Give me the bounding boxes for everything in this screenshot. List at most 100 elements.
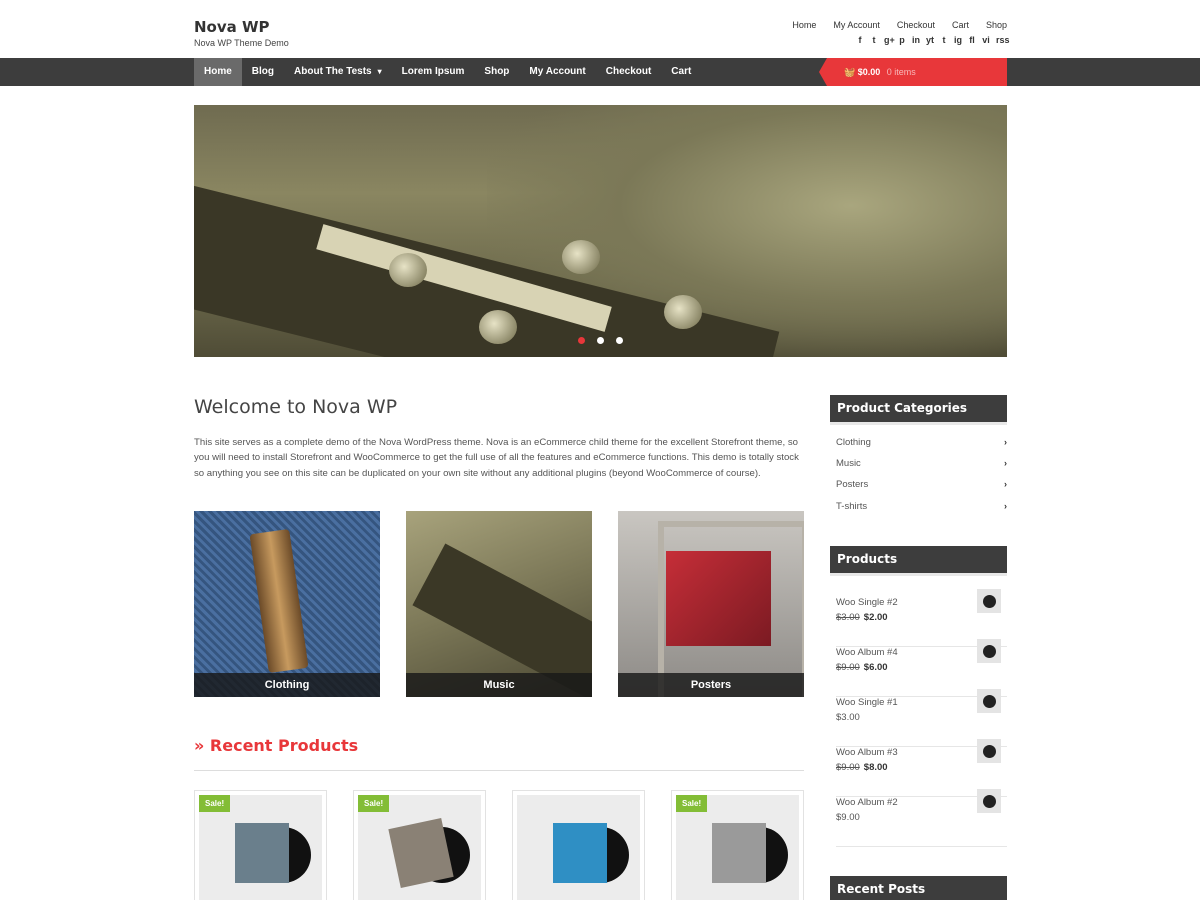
top-link-shop[interactable]: Shop (986, 20, 1007, 30)
product-thumbnail[interactable] (977, 639, 1001, 663)
site-description: Nova WP Theme Demo (194, 38, 289, 48)
product-card[interactable]: Sale! (194, 790, 327, 900)
site-title[interactable]: Nova WP (194, 18, 270, 36)
old-price: $9.00 (836, 762, 860, 773)
sale-price: $2.00 (863, 612, 888, 623)
product-name[interactable]: Woo Single #2 (836, 597, 898, 608)
slider-dot[interactable] (597, 337, 604, 344)
facebook-icon[interactable]: f (856, 35, 864, 45)
category-tile-label: Music (406, 673, 592, 697)
product-name[interactable]: Woo Album #4 (836, 647, 898, 658)
nav-item-home[interactable]: Home (194, 58, 242, 86)
youtube-icon[interactable]: yt (926, 35, 934, 45)
product-price: $9.00 $6.00 (836, 662, 888, 673)
slider-dot[interactable] (616, 337, 624, 344)
chevron-right-icon: › (1004, 479, 1007, 489)
chevron-right-icon: › (1004, 501, 1007, 511)
category-label: Clothing (836, 437, 871, 448)
chevron-right-icon: › (1004, 437, 1007, 447)
product-card[interactable]: Sale! (671, 790, 804, 900)
product-price: $3.00 $2.00 (836, 612, 888, 623)
product-price: $9.00 $8.00 (836, 762, 888, 773)
poster-image (666, 551, 771, 646)
sidebar-category-posters[interactable]: Posters › (836, 479, 1007, 490)
top-links: Home My Account Checkout Cart Shop (775, 20, 1007, 30)
slider-dot[interactable] (577, 337, 585, 344)
nav-item-cart[interactable]: Cart (661, 58, 701, 86)
product-name[interactable]: Woo Album #2 (836, 797, 898, 808)
nav-item-checkout[interactable]: Checkout (596, 58, 662, 86)
category-label: T-shirts (836, 501, 868, 512)
sidebar-category-music[interactable]: Music › (836, 458, 1007, 469)
product-card[interactable] (512, 790, 645, 900)
price: $9.00 (836, 812, 860, 823)
product-thumbnail[interactable] (977, 789, 1001, 813)
google-plus-icon[interactable]: g+ (884, 35, 895, 45)
zipper-image (249, 528, 309, 674)
sidebar-category-t-shirts[interactable]: T-shirts › (836, 501, 1007, 512)
main-navigation: Home Blog About The Tests ▾ Lorem Ipsum S… (0, 58, 1200, 86)
product-thumbnail[interactable] (977, 589, 1001, 613)
sale-badge: Sale! (199, 795, 231, 812)
welcome-text: This site serves as a complete demo of t… (194, 437, 799, 479)
sidebar-product-item[interactable]: Woo Album #2 $9.00 (836, 789, 1007, 847)
linkedin-icon[interactable]: in (912, 35, 920, 45)
nav-item-my-account[interactable]: My Account (519, 58, 595, 86)
price: $3.00 (836, 712, 860, 723)
product-name[interactable]: Woo Single #1 (836, 697, 898, 708)
product-image (517, 795, 640, 900)
sale-price: $8.00 (863, 762, 888, 773)
cart-item-count: 0 items (886, 67, 916, 77)
nav-item-shop[interactable]: Shop (474, 58, 519, 86)
sale-price: $6.00 (863, 662, 888, 673)
old-price: $9.00 (836, 662, 860, 673)
category-tile-label: Posters (618, 673, 804, 697)
product-price: $3.00 (836, 712, 860, 723)
album-sleeve (553, 823, 607, 883)
nav-item-blog[interactable]: Blog (242, 58, 284, 86)
vimeo-icon[interactable]: vi (982, 35, 990, 45)
category-tile-music[interactable]: Music (406, 511, 592, 697)
album-sleeve (235, 823, 289, 883)
chevron-down-icon: ▾ (377, 67, 382, 76)
twitter-icon[interactable]: t (870, 35, 878, 45)
widget-title-product-categories: Product Categories (830, 395, 1007, 425)
flickr-icon[interactable]: fl (968, 35, 976, 45)
header-cart[interactable]: 🧺 $0.00 0 items (819, 58, 1007, 86)
category-label: Music (836, 458, 861, 469)
category-label: Posters (836, 479, 869, 490)
hero-slider[interactable] (194, 105, 1007, 357)
nav-item-label: About The Tests (294, 66, 372, 77)
widget-title-recent-posts: Recent Posts (830, 876, 1007, 900)
top-link-home[interactable]: Home (792, 20, 816, 30)
tuning-peg (664, 295, 702, 329)
product-thumbnail[interactable] (977, 689, 1001, 713)
album-sleeve (712, 823, 766, 883)
sale-badge: Sale! (676, 795, 708, 812)
category-tile-clothing[interactable]: Clothing (194, 511, 380, 697)
nav-item-about-the-tests[interactable]: About The Tests ▾ (284, 58, 392, 86)
product-card[interactable]: Sale! (353, 790, 486, 900)
cart-amount: $0.00 (857, 67, 881, 77)
old-price: $3.00 (836, 612, 860, 623)
page-title: Welcome to Nova WP (194, 396, 398, 418)
tuning-peg (389, 253, 427, 287)
category-tile-posters[interactable]: Posters (618, 511, 804, 697)
top-link-my-account[interactable]: My Account (833, 20, 880, 30)
cart-basket-icon: 🧺 (844, 67, 856, 77)
top-link-checkout[interactable]: Checkout (897, 20, 935, 30)
pinterest-icon[interactable]: p (898, 35, 906, 45)
nav-item-lorem-ipsum[interactable]: Lorem Ipsum (392, 58, 475, 86)
tuning-peg (562, 240, 600, 274)
tumblr-icon[interactable]: t (940, 35, 948, 45)
chevron-right-icon: › (1004, 458, 1007, 468)
rss-icon[interactable]: rss (996, 35, 1010, 45)
divider (194, 770, 804, 771)
instagram-icon[interactable]: ig (954, 35, 962, 45)
sidebar-category-clothing[interactable]: Clothing › (836, 437, 1007, 448)
sale-badge: Sale! (358, 795, 390, 812)
top-link-cart[interactable]: Cart (952, 20, 969, 30)
product-thumbnail[interactable] (977, 739, 1001, 763)
product-name[interactable]: Woo Album #3 (836, 747, 898, 758)
social-icons: f t g+ p in yt t ig fl vi rss (850, 35, 1010, 45)
